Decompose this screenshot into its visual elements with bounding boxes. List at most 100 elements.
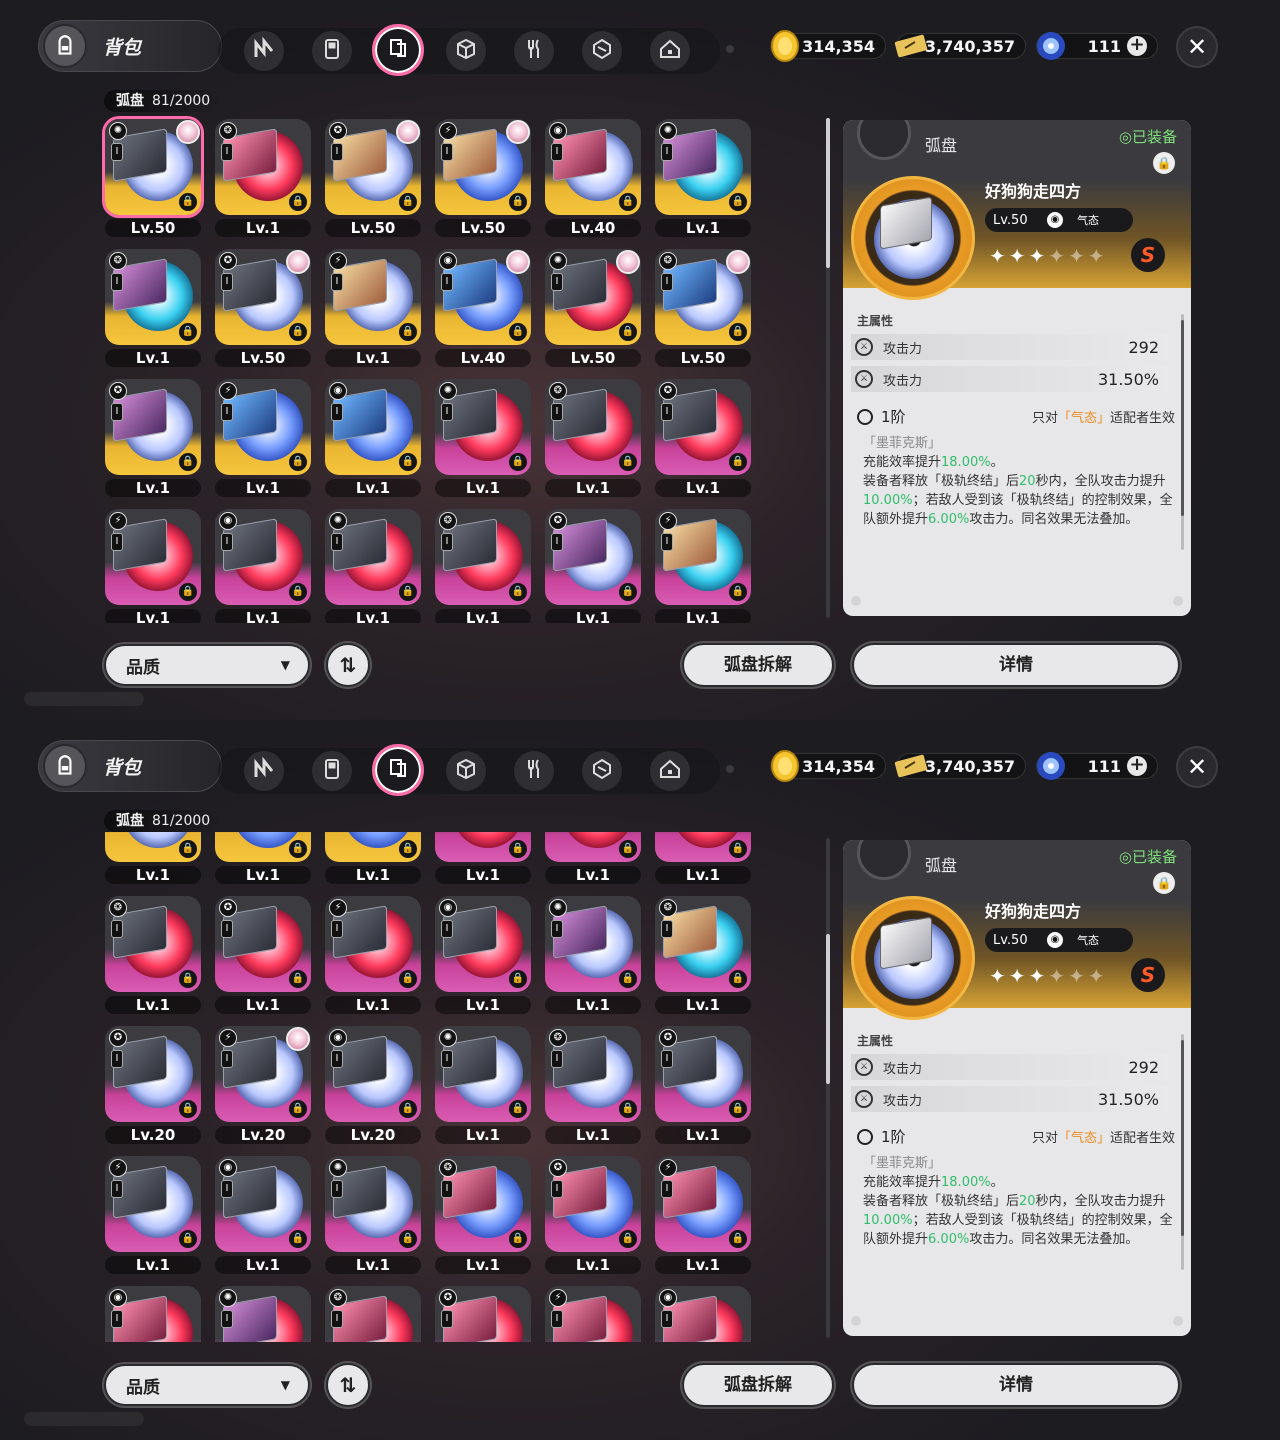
- disc-item[interactable]: ✪ I 🔒 Lv.50: [320, 115, 421, 239]
- disc-item[interactable]: ✪ I 🔒 Lv.50: [210, 245, 311, 369]
- disc-item[interactable]: ✺I🔒Lv.1: [320, 1152, 421, 1276]
- lock-icon: 🔒: [179, 1230, 197, 1248]
- disc-item[interactable]: ❂I🔒: [320, 1282, 421, 1342]
- disc-item[interactable]: ✪I🔒Lv.1: [320, 832, 421, 886]
- main-attr-label: 主属性: [857, 314, 894, 328]
- quality-filter-dropdown[interactable]: 品质 ▼: [104, 1364, 310, 1406]
- lock-icon: 🔒: [509, 323, 527, 341]
- tab-food[interactable]: [514, 751, 554, 791]
- star-icon: ✦: [1048, 964, 1069, 988]
- grid-scrollbar[interactable]: [826, 838, 830, 1338]
- lock-icon: 🔒: [619, 323, 637, 341]
- disc-item[interactable]: ❂I🔒Lv.1: [210, 832, 311, 886]
- disc-item[interactable]: ◉I🔒Lv.1: [540, 832, 641, 886]
- tab-gameboy[interactable]: [312, 751, 352, 791]
- close-button[interactable]: ✕: [1176, 746, 1218, 788]
- disc-item[interactable]: ❂I🔒Lv.1: [540, 1022, 641, 1146]
- lock-icon[interactable]: 🔒: [1153, 872, 1175, 894]
- disc-item[interactable]: ❂I🔒Lv.1: [430, 505, 531, 623]
- disc-item[interactable]: ✺I🔒Lv.1: [430, 1022, 531, 1146]
- disc-item[interactable]: ✪I🔒Lv.1: [650, 1022, 751, 1146]
- disc-card: ⚡ I 🔒: [105, 509, 201, 605]
- add-crystal-button[interactable]: +: [1127, 36, 1147, 56]
- disc-item[interactable]: ⚡I🔒Lv.1: [100, 1152, 201, 1276]
- disc-item[interactable]: ⚡I🔒Lv.1: [430, 832, 531, 886]
- tab-cube[interactable]: [446, 31, 486, 71]
- disc-item[interactable]: ⚡ I 🔒 Lv.20: [210, 1022, 311, 1146]
- disc-item[interactable]: ❂I🔒Lv.1: [100, 245, 201, 369]
- disc-item[interactable]: ✪I🔒Lv.1: [650, 375, 751, 499]
- add-crystal-button[interactable]: +: [1127, 756, 1147, 776]
- disc-item[interactable]: ❂I🔒Lv.1: [650, 892, 751, 1016]
- detail-scroll-thumb[interactable]: [1181, 320, 1184, 516]
- grid-scroll-thumb[interactable]: [826, 934, 830, 1084]
- disc-item[interactable]: ✪I🔒Lv.1: [100, 375, 201, 499]
- disc-item[interactable]: ⚡I🔒Lv.1: [650, 1152, 751, 1276]
- disc-item[interactable]: ◉I🔒: [650, 1282, 751, 1342]
- disc-item[interactable]: ✺ I 🔒 Lv.50: [540, 245, 641, 369]
- disc-item[interactable]: ✺I🔒Lv.1: [100, 832, 201, 886]
- detail-scroll-thumb[interactable]: [1181, 1040, 1184, 1236]
- disc-item[interactable]: ✺I🔒Lv.1: [650, 832, 751, 886]
- dismantle-button[interactable]: 弧盘拆解: [682, 643, 834, 687]
- tab-home[interactable]: [650, 31, 690, 71]
- disc-item[interactable]: ❂I🔒Lv.1: [100, 892, 201, 1016]
- tab-cube[interactable]: [446, 751, 486, 791]
- tab-module[interactable]: [582, 31, 622, 71]
- disc-name: 好狗狗走四方: [985, 902, 1082, 921]
- tab-n-logo[interactable]: [244, 31, 284, 71]
- disc-item[interactable]: ✪I🔒: [430, 1282, 531, 1342]
- grid-scrollbar[interactable]: [826, 118, 830, 618]
- disc-item[interactable]: ✪I🔒Lv.1: [540, 1152, 641, 1276]
- disc-item[interactable]: ⚡I🔒Lv.1: [650, 505, 751, 623]
- disc-item[interactable]: ✪I🔒Lv.1: [210, 892, 311, 1016]
- disc-item[interactable]: ✺I🔒Lv.1: [540, 892, 641, 1016]
- level-label: Lv.20: [215, 1126, 311, 1144]
- disc-item[interactable]: ✺ I 🔒 Lv.50: [100, 115, 201, 239]
- tab-disc[interactable]: [372, 744, 424, 796]
- tab-home[interactable]: [650, 751, 690, 791]
- tab-n-logo[interactable]: [244, 751, 284, 791]
- disc-item[interactable]: ⚡ I 🔒 Lv.50: [430, 115, 531, 239]
- details-button[interactable]: 详情: [852, 643, 1180, 687]
- disc-item[interactable]: ⚡I🔒Lv.1: [320, 245, 421, 369]
- disc-item[interactable]: ⚡I🔒Lv.1: [210, 375, 311, 499]
- disc-item[interactable]: ◉ I 🔒 Lv.20: [320, 1022, 421, 1146]
- attribute-icon: ◉: [329, 1029, 347, 1047]
- sort-button[interactable]: ⇅: [326, 643, 370, 687]
- disc-item[interactable]: ✪I🔒Lv.1: [540, 505, 641, 623]
- disc-item[interactable]: ◉I🔒Lv.1: [210, 505, 311, 623]
- disc-card: ◉ I 🔒: [215, 1156, 311, 1252]
- sort-button[interactable]: ⇅: [326, 1363, 370, 1407]
- disc-item[interactable]: ❂ I 🔒 Lv.50: [650, 245, 751, 369]
- dismantle-button[interactable]: 弧盘拆解: [682, 1363, 834, 1407]
- disc-item[interactable]: ◉I🔒Lv.1: [210, 1152, 311, 1276]
- disc-item[interactable]: ❂I🔒Lv.1: [540, 375, 641, 499]
- tier-row: 1阶 只对「气态」适配者生效: [857, 1126, 1175, 1147]
- disc-item[interactable]: ◉ I 🔒 Lv.40: [430, 245, 531, 369]
- grid-scroll-thumb[interactable]: [826, 118, 830, 268]
- disc-item[interactable]: ✺I🔒Lv.1: [320, 505, 421, 623]
- tab-disc[interactable]: [372, 24, 424, 76]
- disc-item[interactable]: ◉ I 🔒 Lv.40: [540, 115, 641, 239]
- disc-item[interactable]: ⚡I🔒Lv.1: [320, 892, 421, 1016]
- tab-module[interactable]: [582, 751, 622, 791]
- disc-item[interactable]: ⚡I🔒: [540, 1282, 641, 1342]
- rank-icon: I: [551, 403, 563, 421]
- disc-item[interactable]: ✺I🔒Lv.1: [650, 115, 751, 239]
- quality-filter-dropdown[interactable]: 品质 ▼: [104, 644, 310, 686]
- disc-item[interactable]: ❂I🔒Lv.1: [430, 1152, 531, 1276]
- tab-food[interactable]: [514, 31, 554, 71]
- disc-item[interactable]: ◉I🔒Lv.1: [320, 375, 421, 499]
- details-button[interactable]: 详情: [852, 1363, 1180, 1407]
- disc-item[interactable]: ✺I🔒Lv.1: [430, 375, 531, 499]
- disc-item[interactable]: ❂I🔒Lv.1: [210, 115, 311, 239]
- disc-item[interactable]: ✺I🔒: [210, 1282, 311, 1342]
- close-button[interactable]: ✕: [1176, 26, 1218, 68]
- lock-icon[interactable]: 🔒: [1153, 152, 1175, 174]
- disc-item[interactable]: ✪ I 🔒 Lv.20: [100, 1022, 201, 1146]
- disc-item[interactable]: ⚡I🔒Lv.1: [100, 505, 201, 623]
- disc-item[interactable]: ◉I🔒: [100, 1282, 201, 1342]
- disc-item[interactable]: ◉I🔒Lv.1: [430, 892, 531, 1016]
- tab-gameboy[interactable]: [312, 31, 352, 71]
